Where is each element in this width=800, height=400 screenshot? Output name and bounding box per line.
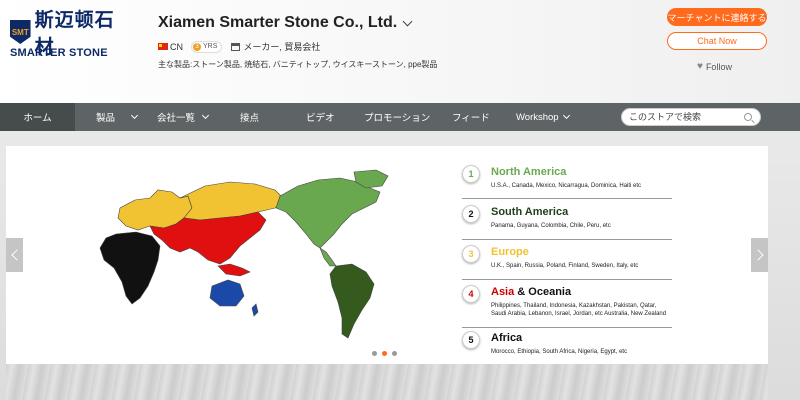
store-search[interactable] xyxy=(621,108,761,126)
follow-label: Follow xyxy=(705,61,732,72)
search-icon[interactable] xyxy=(744,113,752,121)
nav-item-feed[interactable]: フィード xyxy=(452,103,490,131)
chevron-down-icon xyxy=(562,111,570,120)
years-badge: 3 YRS xyxy=(191,40,223,53)
map-australia xyxy=(209,279,245,307)
chevron-right-icon xyxy=(751,249,764,261)
nav-item-label: ホーム xyxy=(23,113,52,124)
store-header: SMT 斯迈顿石材 SMARTER STONE Xiamen Smarter S… xyxy=(0,0,800,103)
region-name: Asia & Oceania xyxy=(491,286,571,298)
nav-item-home[interactable]: ホーム xyxy=(0,103,75,131)
region-countries: Morocco, Ethiopia, South Africa, Nigeria… xyxy=(491,349,628,355)
nav-item-label: 会社一覧 xyxy=(157,113,196,124)
carousel-next-button[interactable] xyxy=(751,238,768,272)
chat-now-button[interactable]: Chat Now xyxy=(667,32,767,50)
nav-item-label: 製品 xyxy=(96,113,116,124)
country-code: CN xyxy=(170,41,183,52)
map-north-asia xyxy=(179,181,286,221)
nav-item-contacts[interactable]: 接点 xyxy=(240,103,259,131)
nav-item-label: ビデオ xyxy=(306,113,335,124)
search-input[interactable] xyxy=(629,112,739,122)
region-number: 3 xyxy=(462,245,480,263)
map-north-america xyxy=(275,177,381,249)
chevron-down-icon xyxy=(130,111,139,120)
map-new-zealand xyxy=(251,303,259,317)
region-number: 1 xyxy=(462,165,480,183)
nav-item-products[interactable]: 製品 xyxy=(96,103,139,131)
nav-item-video[interactable]: ビデオ xyxy=(306,103,335,131)
region-name: North America xyxy=(491,166,567,178)
nav-item-company[interactable]: 会社一覧 xyxy=(157,103,210,131)
nav-item-label: 接点 xyxy=(240,113,260,124)
gold-supplier-icon: 3 xyxy=(193,42,201,51)
business-type-text: メーカー, 貿易会社 xyxy=(243,42,321,52)
years-label: YRS xyxy=(203,43,218,50)
world-map xyxy=(99,169,389,339)
company-logo[interactable]: SMT 斯迈顿石材 SMARTER STONE xyxy=(10,9,128,60)
divider xyxy=(462,198,672,199)
nav-item-label: プロモーション xyxy=(364,113,431,124)
heart-icon: ♥ xyxy=(697,61,703,72)
map-africa xyxy=(99,231,161,305)
china-flag-icon xyxy=(158,43,168,50)
carousel-dot[interactable] xyxy=(392,351,397,356)
map-south-america xyxy=(329,263,375,339)
region-number: 5 xyxy=(462,331,480,349)
region-countries: Panama, Guyana, Colombia, Chile, Peru, e… xyxy=(491,223,611,229)
chevron-left-icon xyxy=(10,249,23,261)
next-section-preview xyxy=(6,364,768,400)
company-name-text: Xiamen Smarter Stone Co., Ltd. xyxy=(158,14,398,31)
region-number: 2 xyxy=(462,205,480,223)
region-countries: U.S.A., Canada, Mexico, Nicarragua, Domi… xyxy=(491,183,642,189)
map-central-america xyxy=(319,247,337,267)
carousel-prev-button[interactable] xyxy=(6,238,23,272)
carousel-indicators xyxy=(372,351,402,356)
main-products: 主な製品:ストーン製品, 焼結石, バニティトップ, ウイスキーストーン, pp… xyxy=(158,60,438,69)
region-countries: U.K., Spain, Russia, Poland, Finland, Sw… xyxy=(491,263,639,269)
region-name-oceania: & Oceania xyxy=(514,286,572,298)
region-name-asia: Asia xyxy=(491,286,515,298)
region-name: South America xyxy=(491,206,569,218)
nav-item-workshop[interactable]: Workshop xyxy=(516,103,570,131)
divider xyxy=(462,279,672,280)
contact-supplier-button[interactable]: マーチャントに連絡する xyxy=(667,8,767,26)
follow-button[interactable]: ♥ Follow xyxy=(697,61,732,72)
map-se-asia xyxy=(217,263,251,277)
region-name: Europe xyxy=(491,246,529,258)
divider xyxy=(462,327,672,328)
chevron-down-icon xyxy=(201,111,210,120)
nav-item-label: Workshop xyxy=(516,111,559,123)
company-name[interactable]: Xiamen Smarter Stone Co., Ltd. xyxy=(158,14,413,32)
logo-shield-icon: SMT xyxy=(10,20,31,44)
company-meta: CN 3 YRS メーカー, 貿易会社 xyxy=(158,40,320,53)
chevron-down-icon[interactable] xyxy=(402,16,413,26)
region-name: Africa xyxy=(491,332,523,344)
factory-icon xyxy=(231,42,241,51)
region-number: 4 xyxy=(462,285,480,303)
carousel-dot[interactable] xyxy=(372,351,377,356)
carousel-dot-active[interactable] xyxy=(382,351,387,356)
nav-item-label: フィード xyxy=(452,113,490,124)
divider xyxy=(462,239,672,240)
business-type: メーカー, 貿易会社 xyxy=(231,40,320,53)
region-countries: Philippines, Thailand, Indonesia, Kazakh… xyxy=(491,303,667,317)
nav-item-promotion[interactable]: プロモーション xyxy=(364,103,430,131)
